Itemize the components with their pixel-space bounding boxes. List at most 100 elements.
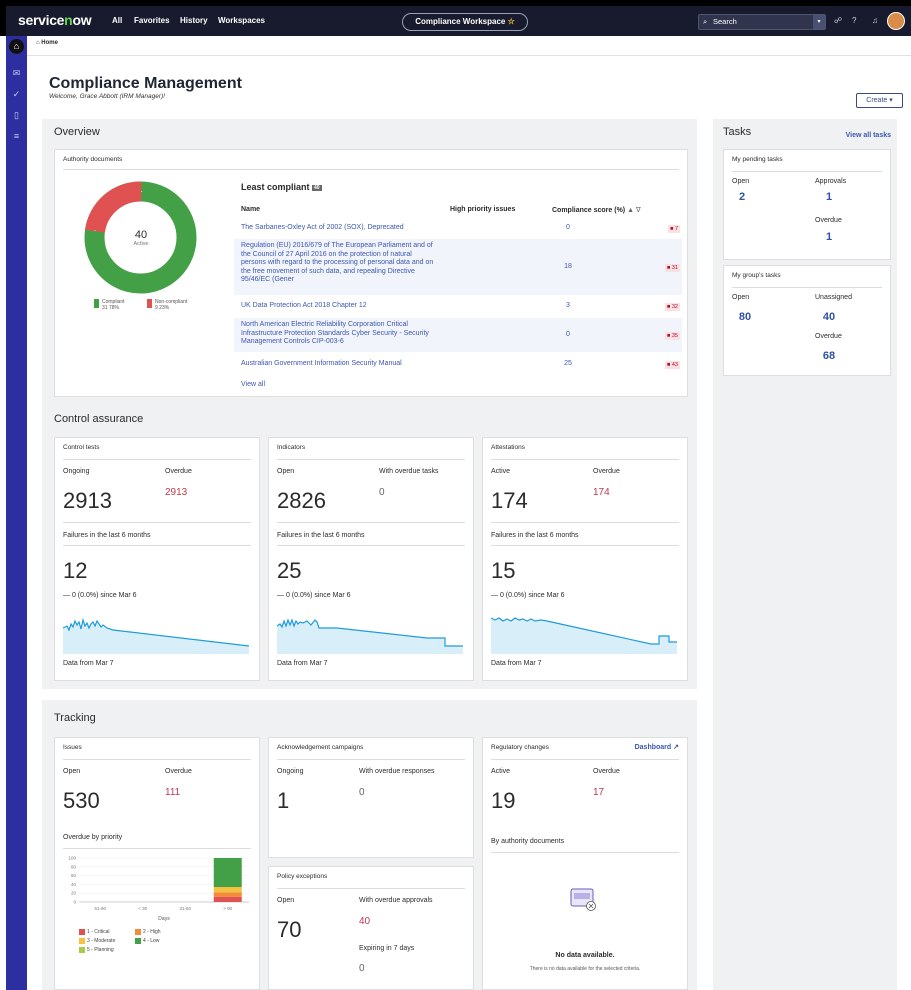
row-name-link[interactable]: UK Data Protection Act 2018 Chapter 12 [241, 302, 441, 309]
y-tick-label: 40 [71, 882, 77, 887]
overdue-responses-label: With overdue responses [359, 768, 435, 775]
overdue-by-priority-chart[interactable]: 100 80 60 40 20 0 61-90 < 30 31-60 > 90 Days [59, 852, 255, 924]
row-name-link[interactable]: The Sarbanes-Oxley Act of 2002 (SOX), De… [241, 224, 441, 231]
ongoing-label: Ongoing [63, 468, 90, 475]
unassigned-value[interactable]: 40 [815, 311, 843, 323]
legend-item[interactable]: 4 - Low [135, 937, 183, 946]
open-value[interactable]: 530 [63, 788, 100, 814]
failures-value[interactable]: 12 [63, 558, 87, 584]
score-badge: ■ 32 [665, 303, 680, 311]
bar-2-high[interactable] [213, 892, 242, 897]
open-value[interactable]: 2826 [277, 488, 326, 514]
expiring-value[interactable]: 0 [359, 963, 365, 974]
servicenow-logo[interactable]: servicenow [18, 12, 92, 28]
legend-item[interactable]: 3 - Moderate [79, 937, 127, 946]
avatar[interactable] [887, 12, 905, 30]
overdue-value[interactable]: 111 [165, 787, 180, 798]
column-header-name[interactable]: Name [241, 206, 260, 213]
bar-3-moderate[interactable] [213, 887, 242, 893]
row-name-link[interactable]: North American Electric Reliability Corp… [241, 321, 446, 347]
workspace-pill[interactable]: Compliance Workspace ☆ [402, 13, 528, 31]
open-label: Open [732, 294, 750, 301]
nav-all[interactable]: All [112, 16, 122, 25]
legend-compliant[interactable]: Compliant 31 78% [94, 299, 125, 311]
table-row[interactable]: The Sarbanes-Oxley Act of 2002 (SOX), De… [234, 220, 682, 238]
ongoing-value[interactable]: 1 [277, 788, 289, 814]
legend-item[interactable]: 1 - Critical [79, 928, 127, 937]
overdue-value[interactable]: 68 [815, 350, 843, 362]
legend-item[interactable]: 2 - High [135, 928, 183, 937]
approvals-value[interactable]: 1 [815, 191, 843, 203]
left-sidebar: ⌂ ✉ ✓ ▯ ≡ [6, 36, 27, 990]
chat-icon[interactable]: ☍ [834, 16, 842, 25]
star-icon[interactable]: ☆ [508, 17, 515, 26]
check-circle-icon[interactable]: ✓ [6, 89, 27, 100]
no-data-title: No data available. [555, 952, 615, 959]
nav-history[interactable]: History [180, 16, 208, 25]
nav-workspaces[interactable]: Workspaces [218, 16, 265, 25]
least-compliant-title: Least compliant 40 [241, 182, 322, 192]
failures-sparkline[interactable] [491, 612, 677, 654]
view-all-link[interactable]: View all [241, 381, 265, 388]
failures-value[interactable]: 25 [277, 558, 301, 584]
column-header-compliance-score[interactable]: Compliance score (%) ▲ ∇ [552, 206, 641, 214]
search-input[interactable]: ⌕ Search ▾ [698, 14, 826, 30]
table-row[interactable]: North American Electric Reliability Corp… [234, 318, 682, 352]
overdue-tasks-value[interactable]: 0 [379, 487, 385, 498]
row-high-priority[interactable]: 25 [558, 360, 578, 367]
table-row[interactable]: Australian Government Information Securi… [234, 356, 682, 374]
open-value[interactable]: 70 [277, 917, 301, 943]
breadcrumb[interactable]: ⌂ Home [27, 36, 911, 56]
ongoing-label: Ongoing [277, 768, 304, 775]
bar-4-low[interactable] [213, 858, 242, 888]
row-name-link[interactable]: Australian Government Information Securi… [241, 360, 451, 367]
view-all-tasks-link[interactable]: View all tasks [846, 132, 891, 139]
row-high-priority[interactable]: 0 [558, 331, 578, 338]
bar-1-critical[interactable] [213, 896, 242, 902]
open-label: Open [63, 768, 81, 775]
active-value[interactable]: 19 [491, 788, 515, 814]
legend-item[interactable]: 5 - Planning [79, 946, 127, 955]
help-icon[interactable]: ? [852, 16, 856, 25]
create-button[interactable]: Create ▾ [856, 93, 903, 108]
bell-icon[interactable]: ♫ [872, 16, 878, 25]
external-link-icon: ↗ [673, 744, 679, 751]
column-header-high-priority[interactable]: High priority issues [450, 206, 515, 213]
x-tick-label: 31-60 [179, 906, 191, 911]
x-tick-label: > 90 [223, 906, 232, 911]
open-value[interactable]: 2 [732, 191, 752, 203]
dashboard-link[interactable]: Dashboard ↗ [635, 743, 679, 751]
failures-value[interactable]: 15 [491, 558, 515, 584]
megaphone-icon[interactable]: ✉ [6, 68, 27, 79]
overdue-approvals-value[interactable]: 40 [359, 916, 370, 927]
home-icon[interactable]: ⌂ [9, 39, 24, 54]
table-row[interactable]: Regulation (EU) 2016/679 of The European… [234, 239, 682, 295]
ongoing-value[interactable]: 2913 [63, 488, 112, 514]
open-value[interactable]: 80 [732, 311, 758, 323]
row-high-priority[interactable]: 0 [558, 224, 578, 231]
clipboard-icon[interactable]: ▯ [6, 110, 27, 121]
legend-swatch [79, 937, 85, 944]
top-bar: servicenow All Favorites History Workspa… [0, 0, 911, 36]
failures-delta: — 0 (0.0%) since Mar 6 [491, 592, 565, 599]
chevron-down-icon[interactable]: ▾ [813, 15, 825, 29]
overdue-value[interactable]: 17 [593, 787, 604, 798]
sort-icon[interactable]: ▲ ∇ [627, 207, 641, 214]
legend-noncompliant[interactable]: Non-compliant 9 23% [147, 299, 187, 311]
legend-swatch [79, 946, 85, 953]
table-row[interactable]: UK Data Protection Act 2018 Chapter 12 3… [234, 298, 682, 316]
row-high-priority[interactable]: 3 [558, 302, 578, 309]
breadcrumb-home[interactable]: Home [41, 40, 58, 46]
active-value[interactable]: 174 [491, 488, 528, 514]
overdue-value[interactable]: 1 [815, 231, 843, 243]
nav-favorites[interactable]: Favorites [134, 16, 170, 25]
overdue-value[interactable]: 174 [593, 487, 610, 498]
overdue-responses-value[interactable]: 0 [359, 787, 365, 798]
row-name-link[interactable]: Regulation (EU) 2016/679 of The European… [241, 242, 438, 285]
authority-documents-card: Authority documents 40 Active Compliant … [54, 149, 688, 397]
failures-sparkline[interactable] [63, 612, 249, 654]
row-high-priority[interactable]: 18 [558, 263, 578, 270]
list-icon[interactable]: ≡ [6, 131, 27, 141]
failures-sparkline[interactable] [277, 612, 463, 654]
overdue-value[interactable]: 2913 [165, 487, 187, 498]
